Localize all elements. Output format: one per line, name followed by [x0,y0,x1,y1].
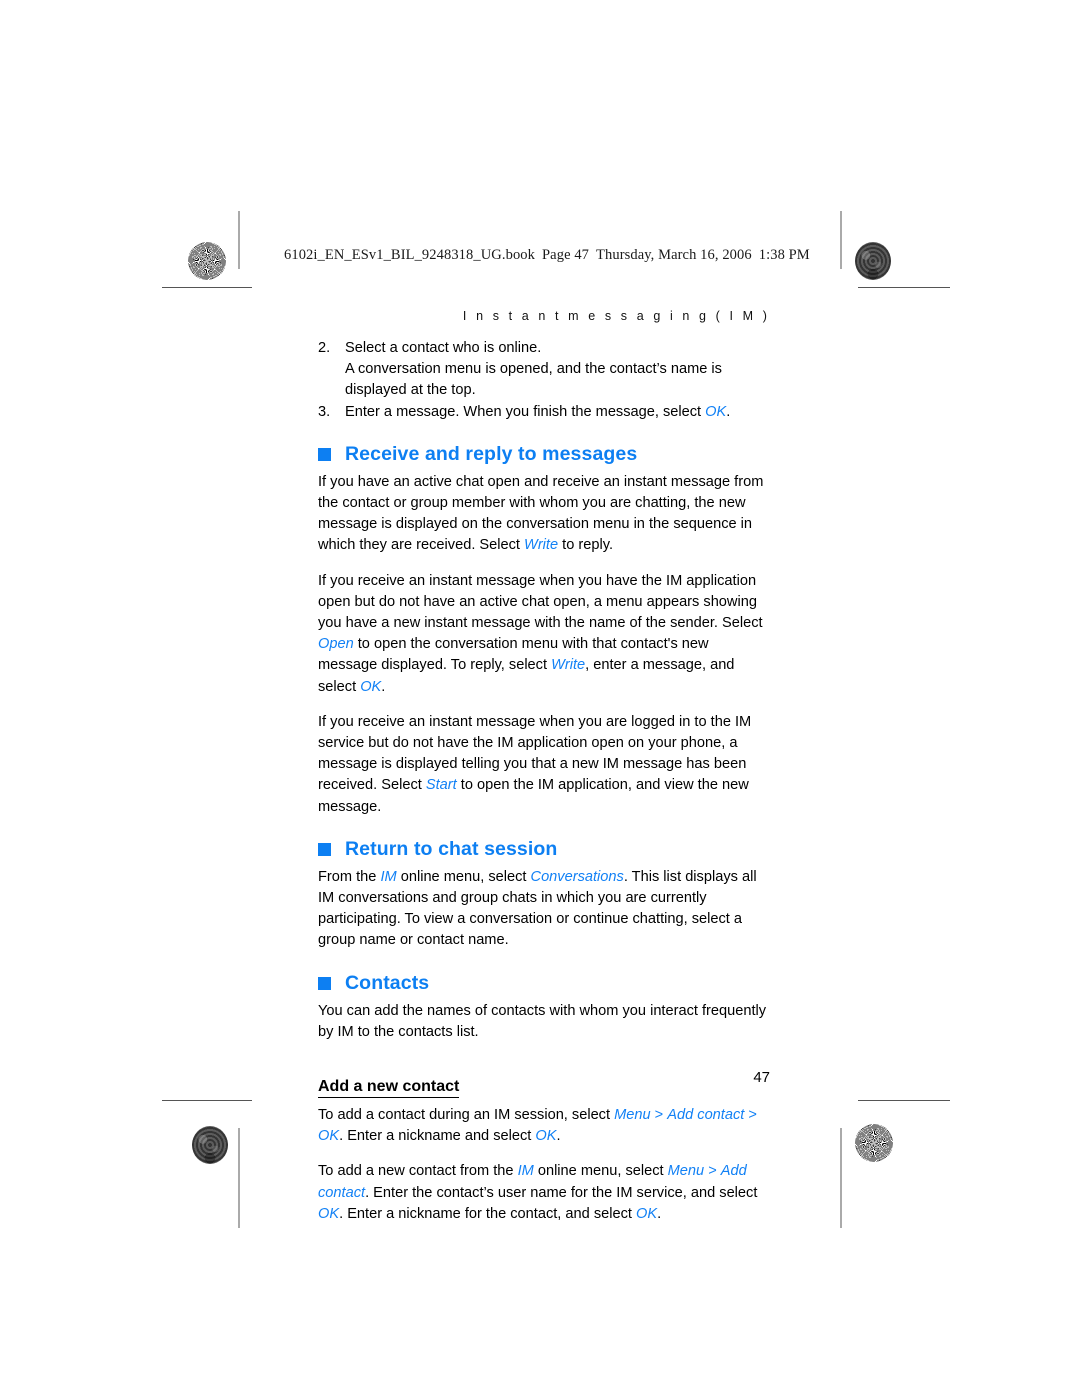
density-patch-top-right [855,242,891,280]
numbered-step-2: 2. Select a contact who is online. [318,338,770,359]
body-text-run: If you receive an instant message when y… [318,572,763,632]
book-filename: 6102i_EN_ESv1_BIL_9248318_UG.book [284,247,536,263]
body-text-run: To add a contact during an IM session, s… [318,1107,615,1124]
body-text-run: . [381,678,386,695]
crosshair-mark-middle-left [193,685,223,715]
starburst-registration-mark-bottom-right [855,1124,893,1162]
body-text-run: . Enter a nickname for the contact, and … [339,1205,636,1222]
square-bullet-icon [318,842,331,856]
ui-term: IM [380,868,397,885]
body-text-run: From the [318,868,381,885]
ui-term: Start [425,777,457,794]
section-heading-label: Return to chat session [345,837,558,860]
book-time: 1:38 PM [758,247,810,263]
printed-page: 6102i_EN_ESv1_BIL_9248318_UG.book Page 47… [0,0,1080,1397]
crosshair-mark-bottom-left [247,1128,277,1158]
body-text-run: To add a new contact from the [318,1163,518,1180]
book-page-label: Page 47 [542,247,590,263]
book-day: Thursday, March 16, 2006 [596,247,752,263]
crosshair-mark-top-left [247,243,277,273]
trim-guide-line-top-right [840,211,842,269]
ui-term: Conversations [530,868,624,885]
text-column: 2. Select a contact who is online. A con… [318,338,770,1239]
step-number: 3. [318,403,331,420]
trim-guide-line-bottom-left [238,1128,240,1228]
body-text-run: . Enter a nickname and select [339,1128,536,1145]
trim-guide-line-bottom-right [840,1128,842,1228]
step-number: 2. [318,340,331,356]
body-text-run: . [556,1128,561,1145]
paragraph: To add a new contact from the IM online … [318,1161,770,1225]
ui-term: Open [318,636,354,653]
section-heading-label: Contacts [345,971,430,994]
crosshair-mark-lower-right [858,1085,888,1115]
trim-guide-line-top-left [238,211,240,269]
crosshair-mark-middle-right [858,685,888,715]
section-heading-label: Receive and reply to messages [345,442,638,465]
ui-separator: > [744,1107,757,1124]
paragraph: If you receive an instant message when y… [318,712,770,818]
step-text: Select a contact who is online. [345,340,542,356]
paragraph: From the IM online menu, select Conversa… [318,867,770,952]
page-number: 47 [753,1069,770,1086]
crosshair-mark-lower-left [193,1085,223,1115]
paragraph: You can add the names of contacts with w… [318,1001,770,1043]
ui-term: Menu [667,1163,705,1180]
body-text-run: . [657,1205,662,1222]
ui-separator: > [650,1107,668,1124]
paragraph: If you receive an instant message when y… [318,571,770,698]
density-patch-bottom-left [192,1126,228,1164]
ui-term: Write [551,657,586,674]
ui-term: Menu [614,1107,651,1124]
ui-term: Add contact [667,1107,745,1124]
ui-term: OK [318,1205,340,1222]
body-text-run: online menu, select [533,1163,668,1180]
ui-term: OK [318,1128,340,1145]
ui-term: IM [517,1163,534,1180]
body-text-run: online menu, select [396,868,531,885]
paragraph: To add a contact during an IM session, s… [318,1105,770,1147]
paragraph: If you have an active chat open and rece… [318,472,770,557]
crosshair-mark-bottom-right [803,1128,833,1158]
running-header: I n s t a n t m e s s a g i n g ( I M ) [462,309,770,323]
starburst-registration-mark-top-left [188,242,226,280]
ui-term: OK [360,678,382,695]
step-text-after: . [726,403,731,420]
section-heading-contacts: Contacts [318,971,770,995]
step-2-continuation: A conversation menu is opened, and the c… [345,361,722,399]
ui-term: Write [524,537,559,554]
numbered-step-3: 3. Enter a message. When you finish the … [318,402,770,423]
crosshair-mark-upper-right [858,287,888,317]
crosshair-mark-upper-left [193,287,223,317]
step-text-before: Enter a message. When you finish the mes… [345,403,706,420]
ui-term: OK [535,1128,557,1145]
ui-term: OK [636,1205,658,1222]
body-text-run: You can add the names of contacts with w… [318,1002,767,1040]
square-bullet-icon [318,447,331,461]
ui-separator: > [704,1163,721,1180]
body-text-run: . Enter the contact’s user name for the … [365,1184,758,1201]
section-heading-receive-and-reply: Receive and reply to messages [318,442,770,466]
square-bullet-icon [318,976,331,990]
ui-term: OK [705,403,727,420]
section-heading-return-to-chat-session: Return to chat session [318,837,770,861]
body-text-run: to reply. [558,537,613,554]
book-file-header: 6102i_EN_ESv1_BIL_9248318_UG.book Page 47… [284,247,810,264]
